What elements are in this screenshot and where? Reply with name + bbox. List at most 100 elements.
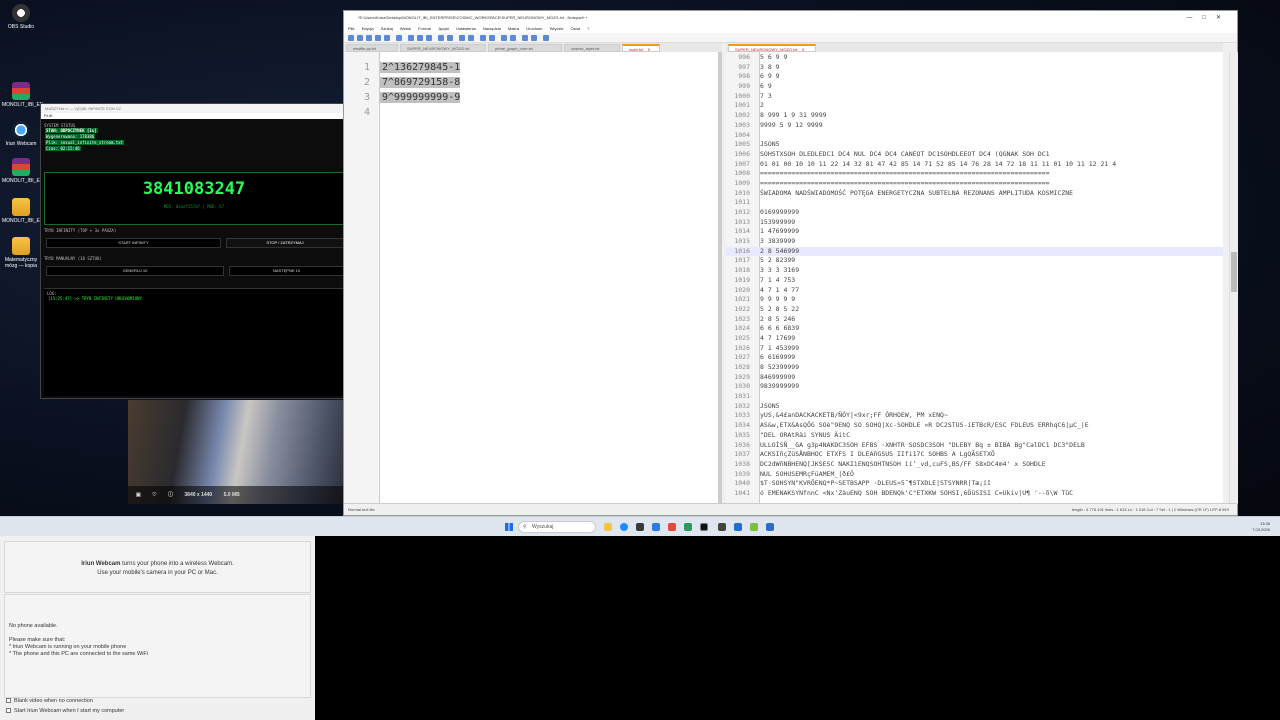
info-icon[interactable]: ⓘ bbox=[168, 486, 173, 504]
tab-prime-graph[interactable]: prime_graph_core.txt bbox=[488, 44, 562, 52]
machine-menu-file[interactable]: PLIK bbox=[41, 113, 343, 119]
menu-item[interactable]: Szukaj bbox=[381, 26, 393, 31]
line-number: 1037 bbox=[734, 450, 750, 459]
macro-record-icon[interactable] bbox=[522, 35, 528, 41]
app-icon[interactable] bbox=[734, 523, 742, 531]
app-icon[interactable] bbox=[718, 523, 726, 531]
tab-cosmic-layer[interactable]: cosmic_layer.txt bbox=[564, 44, 620, 52]
open-file-icon[interactable] bbox=[357, 35, 363, 41]
editor-line: 1028 8 52399999 bbox=[726, 363, 1223, 373]
store-icon[interactable] bbox=[652, 523, 660, 531]
desktop-icon-archive-1[interactable]: MONOLIT_IBI_EN... bbox=[2, 82, 48, 108]
macro-play-icon[interactable] bbox=[531, 35, 537, 41]
start-button-icon[interactable] bbox=[505, 523, 513, 531]
editor-line: 1006 SOHSTXSOH DLEDLEDC1 DC4 NUL DC4 DC4 … bbox=[726, 150, 1223, 160]
desktop-icon-folder-1[interactable]: MONOLIT_IBI_EN... bbox=[2, 198, 48, 224]
desktop-icon-folder-2[interactable]: Matematyczny mózg — kopia bbox=[2, 237, 40, 269]
edge-icon[interactable] bbox=[620, 523, 628, 531]
desktop-icon-archive-2[interactable]: MONOLIT_IBI_EN... bbox=[2, 158, 48, 184]
menu-item[interactable]: Okna bbox=[571, 26, 581, 31]
line-number: 1027 bbox=[734, 353, 750, 362]
editor-line: 1005 JSON5 bbox=[726, 140, 1223, 150]
menu-item[interactable]: Ustawienia bbox=[456, 26, 476, 31]
desktop-icon-label: OBS Studio bbox=[7, 24, 35, 30]
close-icon[interactable] bbox=[384, 35, 390, 41]
menu-item[interactable]: Widok bbox=[400, 26, 411, 31]
menu-item[interactable]: Format bbox=[418, 26, 431, 31]
desktop-icon-obs[interactable]: OBS Studio bbox=[2, 4, 40, 30]
tab-right-super-mozg[interactable]: SUPER_NEURONOWY_MÓZG.txt ✕ bbox=[728, 44, 816, 52]
tab-super-mozg[interactable]: SUPER_NEURONOWY_MÓZG.txt bbox=[400, 44, 486, 52]
line-text: 6 6 6 6839 bbox=[760, 324, 800, 333]
autostart-checkbox[interactable]: Start Iriun Webcam when I start my compu… bbox=[6, 708, 124, 714]
menu-item[interactable]: Języki bbox=[438, 26, 449, 31]
zoom-out-icon[interactable] bbox=[489, 35, 495, 41]
no-phone-text: No phone available. bbox=[9, 623, 58, 629]
line-text: 3 8 9 bbox=[760, 62, 780, 71]
window-controls[interactable]: —□✕ bbox=[1186, 11, 1231, 25]
menu-item[interactable]: Edycja bbox=[362, 26, 374, 31]
generate-10-button[interactable]: GENERUJ 10 bbox=[46, 266, 224, 276]
line-number: 1032 bbox=[734, 401, 750, 410]
line-text: 9839999999 bbox=[760, 382, 800, 391]
run-icon[interactable] bbox=[543, 35, 549, 41]
left-editor[interactable]: 1 2^136279845-1 2 7^869729158-8 3 9^9999… bbox=[344, 52, 722, 504]
menu-item[interactable]: Narzędzia bbox=[483, 26, 501, 31]
save-all-icon[interactable] bbox=[375, 35, 381, 41]
line-number: 1007 bbox=[734, 159, 750, 168]
copy-icon[interactable] bbox=[417, 35, 423, 41]
notepadpp-icon[interactable] bbox=[750, 523, 758, 531]
line-text: 6 9 9 bbox=[760, 72, 780, 81]
file-explorer-icon[interactable] bbox=[604, 523, 612, 531]
line-text: 5 2 8 5 22 bbox=[760, 304, 800, 313]
menu-item[interactable]: Plik bbox=[348, 26, 354, 31]
print-icon[interactable] bbox=[396, 35, 402, 41]
app-icon[interactable] bbox=[668, 523, 676, 531]
video-preview[interactable]: ▣ ♡ ⓘ 3840 x 1440 5.0 MB bbox=[128, 400, 344, 504]
desktop-icon-iriun[interactable]: Iriun Webcam bbox=[2, 121, 40, 147]
undo-icon[interactable] bbox=[438, 35, 444, 41]
scroll-thumb[interactable] bbox=[1231, 252, 1237, 292]
tab-math[interactable]: math.txt ✕ bbox=[622, 44, 660, 52]
line-number: 1018 bbox=[734, 266, 750, 275]
sync-scroll-icon[interactable] bbox=[501, 35, 507, 41]
right-scrollbar[interactable] bbox=[1229, 52, 1238, 504]
redo-icon[interactable] bbox=[447, 35, 453, 41]
zoom-in-icon[interactable] bbox=[480, 35, 486, 41]
line-text: 3 3 3 3169 bbox=[760, 266, 800, 275]
menu-item[interactable]: Makra bbox=[508, 26, 519, 31]
start-infinity-button[interactable]: START INFINITY bbox=[46, 238, 221, 248]
paste-icon[interactable] bbox=[426, 35, 432, 41]
next-10-button[interactable]: NASTĘPNE 10 bbox=[229, 266, 344, 276]
line-number: 1 bbox=[363, 62, 370, 73]
menu-item[interactable]: Uruchom bbox=[526, 26, 542, 31]
editor-line: 1015 3 3839999 bbox=[726, 237, 1223, 247]
taskbar-search[interactable]: ⚲ Wyszukaj bbox=[518, 521, 596, 533]
terminal-icon[interactable] bbox=[700, 523, 708, 531]
app-icon[interactable] bbox=[636, 523, 644, 531]
gallery-icon[interactable]: ▣ bbox=[136, 486, 141, 504]
menu-item[interactable]: Wtyczki bbox=[550, 26, 564, 31]
app-icon[interactable] bbox=[766, 523, 774, 531]
editor-line: 1023 2 8 5 246 bbox=[726, 315, 1223, 325]
iriun-line2: Use your mobile's camera in your PC or M… bbox=[97, 570, 218, 576]
cut-icon[interactable] bbox=[408, 35, 414, 41]
blank-video-checkbox[interactable]: Blank video when no connection bbox=[6, 698, 93, 704]
replace-icon[interactable] bbox=[468, 35, 474, 41]
line-number: 1005 bbox=[734, 140, 750, 149]
app-icon[interactable] bbox=[684, 523, 692, 531]
right-editor[interactable]: 996 5 6 9 9 997 3 8 9 998 6 9 9 999 6 9 1000 7 … bbox=[726, 52, 1223, 504]
editor-line: 997 3 8 9 bbox=[726, 63, 1223, 73]
word-wrap-icon[interactable] bbox=[510, 35, 516, 41]
find-icon[interactable] bbox=[459, 35, 465, 41]
menu-item[interactable]: ? bbox=[587, 26, 589, 31]
taskbar-clock[interactable]: 13:36 7.03.2026 bbox=[1252, 521, 1270, 533]
new-file-icon[interactable] bbox=[348, 35, 354, 41]
line-text: ========================================… bbox=[760, 169, 1050, 178]
editor-line: 1032 JSON5 bbox=[726, 402, 1223, 412]
heart-icon[interactable]: ♡ bbox=[152, 486, 156, 504]
tab-newfile[interactable]: newfile.py.txt bbox=[346, 44, 398, 52]
editor-line: 1001 2 bbox=[726, 101, 1223, 111]
stop-button[interactable]: STOP / ZATRZYMAJ bbox=[226, 238, 344, 248]
save-icon[interactable] bbox=[366, 35, 372, 41]
